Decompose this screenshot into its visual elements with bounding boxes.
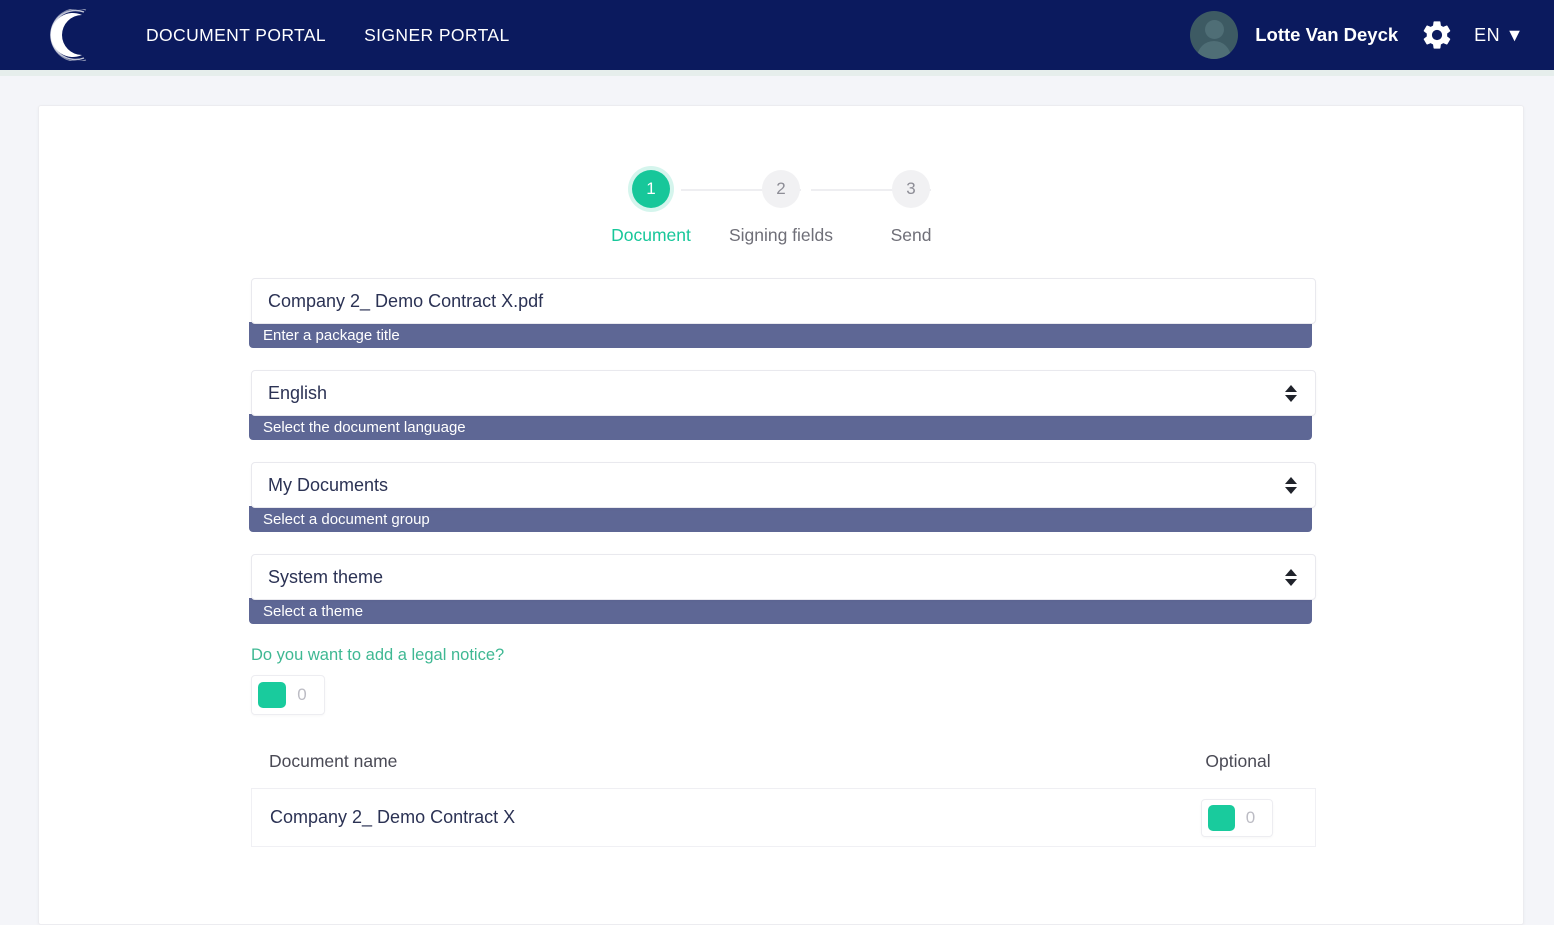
updown-arrows-icon[interactable]	[1285, 568, 1297, 586]
document-name-cell: Company 2_ Demo Contract X	[270, 807, 516, 827]
column-header-document-name: Document name	[269, 751, 398, 771]
toggle-knob	[258, 682, 286, 708]
step-signing-fields-label: Signing fields	[728, 225, 834, 245]
legal-notice-toggle[interactable]: 0	[251, 675, 325, 715]
gear-icon[interactable]	[1420, 18, 1454, 52]
topbar-underline	[0, 70, 1554, 76]
document-language-hint: Select the document language	[249, 414, 1312, 440]
step-document[interactable]: 1 Document	[586, 170, 716, 246]
column-header-optional: Optional	[1205, 751, 1271, 771]
document-form: Company 2_ Demo Contract X.pdf Enter a p…	[249, 278, 1316, 847]
user-menu: Lotte Van Deyck EN ▼	[1190, 11, 1524, 59]
package-title-input[interactable]: Company 2_ Demo Contract X.pdf	[251, 278, 1316, 324]
legal-notice-section: Do you want to add a legal notice? 0	[251, 646, 1316, 715]
avatar-body-shape	[1197, 41, 1232, 59]
step-send-label: Send	[890, 225, 932, 245]
document-language-select[interactable]: English	[251, 370, 1316, 416]
main-content-card: 1 Document 2 Signing fields 3 Send Compa…	[38, 105, 1524, 925]
field-document-group: My Documents Select a document group	[249, 462, 1316, 532]
theme-value: System theme	[268, 566, 384, 587]
top-navigation-bar: DOCUMENT PORTAL SIGNER PORTAL Lotte Van …	[0, 0, 1554, 70]
field-theme: System theme Select a theme	[249, 554, 1316, 624]
step-document-number[interactable]: 1	[632, 170, 670, 208]
theme-select[interactable]: System theme	[251, 554, 1316, 600]
primary-nav: DOCUMENT PORTAL SIGNER PORTAL	[146, 25, 510, 46]
language-selector[interactable]: EN ▼	[1474, 25, 1524, 46]
document-optional-toggle-value: 0	[1245, 807, 1256, 827]
nav-link-document-portal[interactable]: DOCUMENT PORTAL	[146, 25, 326, 46]
nav-link-signer-portal[interactable]: SIGNER PORTAL	[364, 25, 510, 46]
step-signing-fields[interactable]: 2 Signing fields	[716, 170, 846, 246]
step-send[interactable]: 3 Send	[846, 170, 976, 246]
documents-table-header: Document name Optional	[251, 751, 1316, 789]
crescent-c-logo-icon[interactable]	[38, 9, 90, 61]
legal-notice-toggle-value: 0	[297, 685, 307, 704]
username-label: Lotte Van Deyck	[1255, 24, 1399, 45]
package-title-hint: Enter a package title	[249, 322, 1312, 348]
toggle-knob	[1208, 804, 1235, 831]
theme-hint: Select a theme	[249, 598, 1312, 624]
documents-table: Document name Optional Company 2_ Demo C…	[251, 751, 1316, 847]
package-title-value: Company 2_ Demo Contract X.pdf	[268, 290, 544, 311]
document-language-value: English	[268, 382, 328, 403]
step-send-number[interactable]: 3	[892, 170, 930, 208]
document-group-hint: Select a document group	[249, 506, 1312, 532]
field-document-language: English Select the document language	[249, 370, 1316, 440]
legal-notice-label: Do you want to add a legal notice?	[251, 646, 505, 664]
user-avatar-icon[interactable]	[1190, 11, 1239, 59]
document-group-value: My Documents	[268, 474, 389, 495]
document-group-select[interactable]: My Documents	[251, 462, 1316, 508]
optional-cell: 0	[1177, 798, 1297, 837]
step-signing-fields-number[interactable]: 2	[762, 170, 800, 208]
step-document-label: Document	[611, 225, 691, 245]
field-package-title: Company 2_ Demo Contract X.pdf Enter a p…	[249, 278, 1316, 348]
wizard-stepper: 1 Document 2 Signing fields 3 Send	[39, 170, 1523, 246]
table-row[interactable]: Company 2_ Demo Contract X 0	[251, 789, 1316, 847]
avatar-head-shape	[1204, 20, 1224, 39]
document-optional-toggle[interactable]: 0	[1201, 798, 1273, 837]
updown-arrows-icon[interactable]	[1285, 476, 1297, 494]
updown-arrows-icon[interactable]	[1285, 384, 1297, 402]
